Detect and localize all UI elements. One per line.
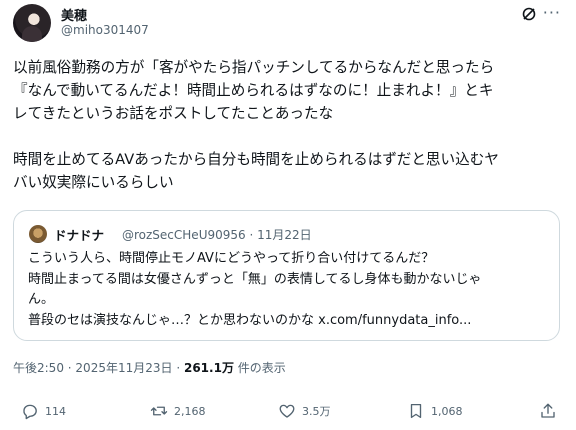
reply-icon — [23, 404, 37, 420]
post-line: バい奴実際にいるらしい — [13, 174, 174, 191]
separator-dot: · — [176, 361, 184, 375]
post-line: レてきたというお話をポストしてたことあったな — [13, 105, 334, 122]
quote-date: 11月22日 — [257, 228, 312, 242]
reply-button[interactable]: 114 — [21, 400, 66, 422]
quote-display-name: ドナドナ — [54, 228, 105, 243]
quote-meta: @rozSecCHeU90956 · 11月22日 — [122, 226, 312, 243]
reply-count: 114 — [45, 404, 66, 418]
quote-line: 時間止まってる間は女優さんずっと「無」の表情してるし身体も動かないじゃ — [28, 271, 482, 287]
action-bar: 114 2,168 3.5万 1,068 — [13, 400, 568, 426]
post-date[interactable]: 2025年11月23日 — [75, 361, 172, 375]
repost-count: 2,168 — [174, 404, 206, 418]
grok-icon[interactable] — [521, 6, 537, 22]
bookmark-count: 1,068 — [431, 404, 463, 418]
post-line: 以前風俗勤務の方が「客がやたら指パッチンしてるからなんだと思ったら — [13, 59, 495, 76]
post-time[interactable]: 午後2:50 — [13, 361, 64, 375]
repost-button[interactable]: 2,168 — [150, 400, 206, 422]
like-button[interactable]: 3.5万 — [278, 400, 331, 422]
post-line: 『なんで動いてるんだよ！時間止められるはずなのに！止まれよ！』とキ — [13, 82, 494, 99]
quote-handle: @rozSecCHeU90956 — [122, 228, 246, 242]
post-line: 時間を止めてるAVあったから自分も時間を止められるはずだと思い込むヤ — [13, 151, 499, 168]
quote-text: こういう人ら、時間停止モノAVにどうやって折り合い付けてるんだ？ 時間止まってる… — [28, 249, 553, 331]
user-handle[interactable]: @miho301407 — [61, 23, 149, 37]
bookmark-icon — [410, 403, 422, 419]
share-button[interactable] — [539, 400, 563, 422]
heart-icon — [279, 404, 295, 418]
quote-avatar — [29, 225, 47, 243]
view-label: 件の表示 — [237, 361, 286, 375]
share-icon — [541, 403, 555, 418]
display-name[interactable]: 美穂 — [61, 5, 87, 24]
repost-icon — [150, 406, 168, 416]
avatar[interactable] — [13, 4, 51, 42]
quote-line: こういう人ら、時間停止モノAVにどうやって折り合い付けてるんだ？ — [28, 251, 435, 266]
more-icon[interactable]: ··· — [543, 3, 561, 22]
post-meta: 午後2:50 · 2025年11月23日 · 261.1万 件の表示 — [13, 359, 286, 376]
quote-line: 普段のセは演技なんじゃ…？とか思わないのかな x.com/funnydata_i… — [28, 312, 472, 328]
bookmark-button[interactable]: 1,068 — [407, 400, 463, 422]
separator-dot: · — [249, 228, 258, 242]
post-text: 以前風俗勤務の方が「客がやたら指パッチンしてるからなんだと思ったら 『なんで動い… — [13, 56, 568, 194]
view-count: 261.1万 — [183, 361, 234, 375]
post-header: 美穂 @miho301407 ··· — [13, 2, 563, 42]
quote-line: ん。 — [28, 292, 55, 307]
like-count: 3.5万 — [302, 405, 331, 418]
quoted-post[interactable]: ドナドナ @rozSecCHeU90956 · 11月22日 こういう人ら、時間… — [13, 210, 560, 341]
